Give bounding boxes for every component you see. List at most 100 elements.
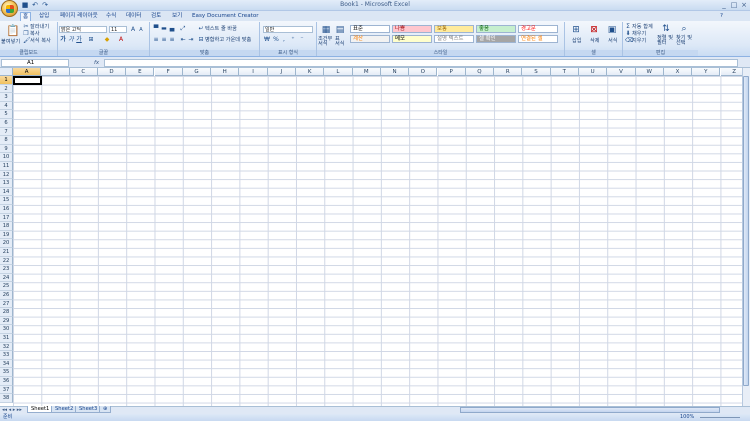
- tab-data[interactable]: 데이터: [124, 12, 143, 21]
- comma-icon[interactable]: ,: [281, 37, 287, 43]
- column-header[interactable]: Q: [465, 68, 495, 76]
- find-select-button[interactable]: 찾기 및 선택: [676, 35, 692, 46]
- number-format-dropdown[interactable]: 일반: [263, 26, 313, 33]
- insert-sheet-icon[interactable]: ⊕: [99, 406, 112, 413]
- close-button[interactable]: ×: [739, 1, 749, 9]
- cell-style-0[interactable]: 표준: [350, 25, 390, 33]
- column-header[interactable]: K: [296, 68, 325, 76]
- zoom-level[interactable]: 100%: [680, 414, 694, 421]
- percent-icon[interactable]: %: [273, 37, 279, 43]
- column-header[interactable]: J: [267, 68, 296, 76]
- decrease-decimal-icon[interactable]: ⁻: [299, 37, 305, 43]
- cell-style-9[interactable]: 연결된 셀: [518, 35, 558, 43]
- tab-view[interactable]: 보기: [170, 12, 184, 21]
- align-top-icon[interactable]: ▀: [153, 26, 159, 32]
- conditional-formatting-button[interactable]: 조건부 서식: [318, 36, 332, 47]
- column-header[interactable]: H: [211, 68, 240, 76]
- column-header[interactable]: G: [182, 68, 212, 76]
- row-header[interactable]: 13: [0, 179, 13, 188]
- row-header[interactable]: 22: [0, 256, 13, 266]
- currency-icon[interactable]: ₩: [264, 37, 270, 43]
- tab-easy-document-creator[interactable]: Easy Document Creator: [190, 12, 261, 21]
- column-header[interactable]: O: [409, 68, 438, 76]
- row-header[interactable]: 2: [0, 84, 13, 94]
- fill-button[interactable]: 채우기: [632, 31, 646, 37]
- row-header[interactable]: 25: [0, 282, 13, 291]
- row-header[interactable]: 26: [0, 291, 13, 300]
- row-header[interactable]: 15: [0, 196, 13, 205]
- column-header[interactable]: B: [41, 68, 70, 76]
- row-header[interactable]: 36: [0, 377, 13, 386]
- tab-home[interactable]: 홈: [20, 12, 32, 21]
- row-header[interactable]: 33: [0, 351, 13, 360]
- row-header[interactable]: 6: [0, 119, 13, 128]
- column-header[interactable]: M: [352, 68, 381, 76]
- decrease-indent-icon[interactable]: ⇤: [180, 37, 186, 43]
- minimize-button[interactable]: _: [719, 1, 729, 9]
- format-as-table-button[interactable]: 표 서식: [335, 36, 345, 47]
- align-right-icon[interactable]: ≡: [169, 37, 175, 43]
- orientation-icon[interactable]: ⤢: [180, 26, 186, 32]
- row-header[interactable]: 32: [0, 342, 13, 352]
- undo-icon[interactable]: ↶: [31, 1, 39, 9]
- zoom-slider[interactable]: [700, 417, 740, 418]
- row-header[interactable]: 10: [0, 153, 13, 162]
- save-icon[interactable]: ■: [21, 1, 29, 9]
- active-cell[interactable]: [13, 76, 42, 85]
- shrink-font-icon[interactable]: A: [138, 27, 144, 33]
- format-as-table-icon[interactable]: ▤: [335, 25, 345, 35]
- grow-font-icon[interactable]: A: [130, 27, 136, 33]
- merge-center-button[interactable]: 병합하고 가운데 맞춤: [205, 37, 251, 43]
- clear-button[interactable]: 지우기: [632, 38, 646, 44]
- formula-input[interactable]: [104, 59, 738, 67]
- copy-button[interactable]: 복사: [30, 31, 40, 37]
- row-header[interactable]: 20: [0, 239, 13, 248]
- borders-icon[interactable]: ⊞: [88, 37, 94, 43]
- column-header[interactable]: P: [437, 68, 466, 76]
- row-header[interactable]: 14: [0, 187, 13, 197]
- format-cells-icon[interactable]: ▣: [607, 25, 617, 35]
- sheet-tab[interactable]: Sheet1: [27, 406, 54, 413]
- delete-cells-button[interactable]: 삭제: [590, 38, 600, 44]
- autosum-button[interactable]: 자동 합계: [632, 24, 653, 30]
- column-header[interactable]: N: [380, 68, 410, 76]
- cell-style-1[interactable]: 나쁨: [392, 25, 432, 33]
- column-header[interactable]: I: [239, 68, 268, 76]
- row-header[interactable]: 30: [0, 325, 13, 334]
- fill-color-icon[interactable]: ◆: [104, 37, 110, 43]
- select-all-button[interactable]: [0, 68, 13, 76]
- column-header[interactable]: W: [635, 68, 664, 76]
- insert-cells-icon[interactable]: ⊞: [571, 25, 581, 35]
- row-header[interactable]: 27: [0, 299, 13, 309]
- insert-cells-button[interactable]: 삽입: [572, 38, 582, 44]
- column-header[interactable]: F: [154, 68, 183, 76]
- vertical-scroll-thumb[interactable]: [743, 76, 749, 386]
- italic-icon[interactable]: 가: [68, 37, 74, 43]
- column-header[interactable]: T: [550, 68, 579, 76]
- column-header[interactable]: Z: [720, 68, 742, 76]
- row-header[interactable]: 17: [0, 213, 13, 223]
- column-header[interactable]: Y: [692, 68, 721, 76]
- font-size-dropdown[interactable]: 11: [109, 26, 127, 33]
- row-header[interactable]: 12: [0, 170, 13, 180]
- format-painter-button[interactable]: 서식 복사: [30, 38, 51, 44]
- name-box[interactable]: A1: [1, 59, 69, 67]
- find-select-icon[interactable]: ⌕: [679, 24, 689, 34]
- sort-filter-icon[interactable]: ⇅: [661, 24, 671, 34]
- row-header[interactable]: 37: [0, 385, 13, 395]
- paste-button[interactable]: 붙여넣기: [1, 39, 20, 45]
- tab-page-layout[interactable]: 페이지 레이아웃: [58, 12, 100, 21]
- help-icon[interactable]: ?: [718, 12, 725, 21]
- row-header[interactable]: 3: [0, 93, 13, 102]
- format-cells-button[interactable]: 서식: [608, 38, 618, 44]
- insert-function-button[interactable]: fx: [72, 59, 104, 67]
- cell-style-2[interactable]: 보통: [434, 25, 474, 33]
- column-header[interactable]: X: [663, 68, 693, 76]
- cut-button[interactable]: 잘라내기: [30, 24, 49, 30]
- column-header[interactable]: C: [69, 68, 98, 76]
- align-center-icon[interactable]: ≡: [161, 37, 167, 43]
- cell-area[interactable]: [13, 76, 742, 406]
- increase-decimal-icon[interactable]: ⁺: [290, 37, 296, 43]
- row-header[interactable]: 1: [0, 76, 13, 85]
- row-header[interactable]: 11: [0, 162, 13, 171]
